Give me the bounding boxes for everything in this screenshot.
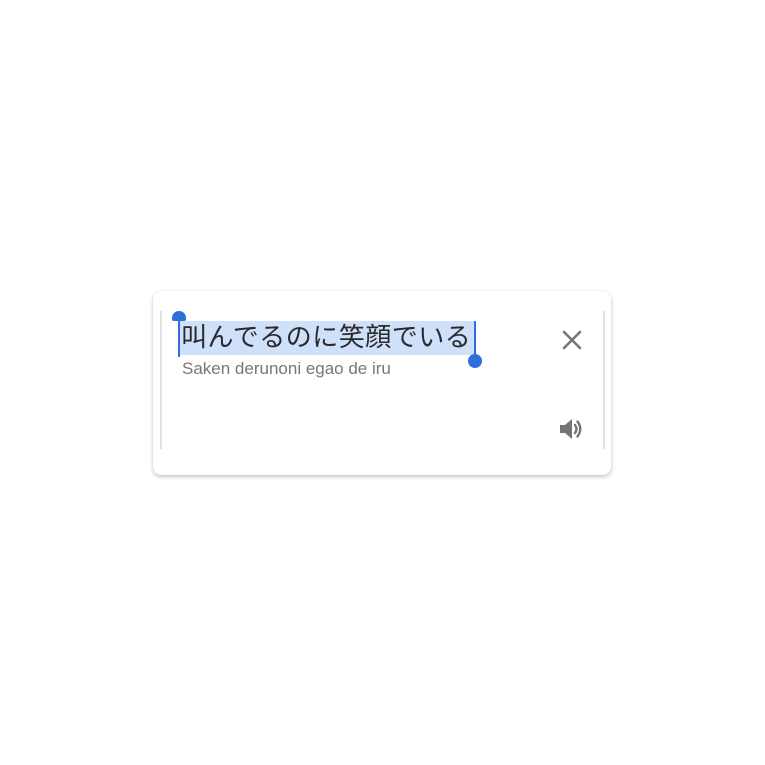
translation-card: 叫んでるのに笑顔でいる Saken derunoni egao de iru — [153, 291, 611, 475]
selection-start-handle[interactable] — [178, 315, 180, 357]
close-icon — [562, 330, 582, 350]
source-text[interactable]: 叫んでるのに笑顔でいる — [179, 321, 476, 355]
speaker-icon — [560, 419, 582, 439]
card-right-divider — [603, 311, 605, 449]
transliteration-text: Saken derunoni egao de iru — [182, 359, 391, 378]
listen-button[interactable] — [556, 415, 588, 443]
selection-start-handle-knob[interactable] — [172, 311, 186, 321]
card-left-divider — [160, 311, 162, 449]
selection-end-handle-knob[interactable] — [468, 354, 483, 368]
selection-end-handle[interactable] — [474, 321, 477, 357]
close-button[interactable] — [558, 326, 586, 354]
source-text-selection[interactable]: 叫んでるのに笑顔でいる — [172, 311, 483, 368]
